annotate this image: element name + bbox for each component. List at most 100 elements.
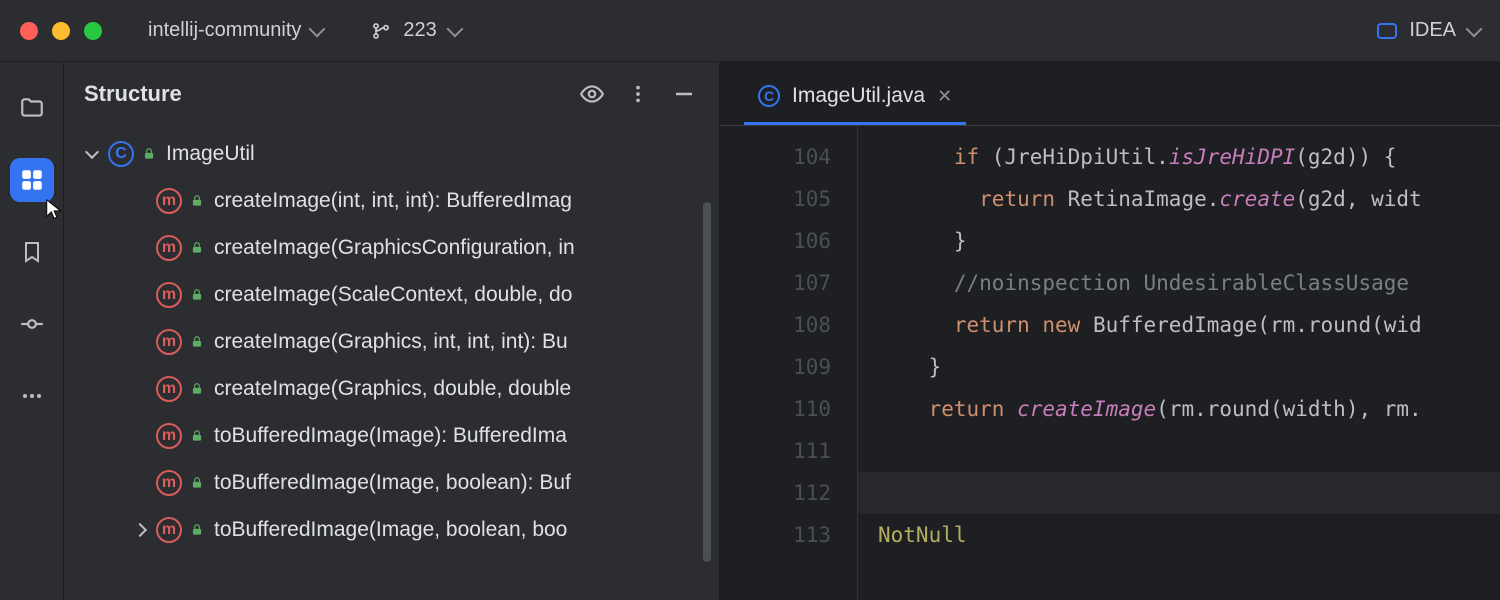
window-close-button[interactable]	[20, 22, 38, 40]
structure-method-node[interactable]: m createImage(ScaleContext, double, do	[64, 271, 719, 318]
structure-method-node[interactable]: m createImage(GraphicsConfiguration, in	[64, 224, 719, 271]
method-icon: m	[156, 470, 182, 496]
window-minimize-button[interactable]	[52, 22, 70, 40]
line-number: 111	[720, 430, 831, 472]
method-icon: m	[156, 423, 182, 449]
panel-title: Structure	[84, 81, 561, 107]
editor-tab[interactable]: C ImageUtil.java ✕	[744, 74, 966, 125]
titlebar: intellij-community 223 IDEA	[0, 0, 1500, 62]
vcs-branch-dropdown[interactable]: 223	[361, 15, 470, 46]
minimize-panel-button[interactable]	[669, 79, 699, 109]
ide-label: IDEA	[1409, 19, 1456, 42]
chevron-down-icon	[446, 20, 463, 37]
lock-icon	[190, 476, 206, 490]
line-number: 105	[720, 178, 831, 220]
node-label: createImage(ScaleContext, double, do	[214, 283, 572, 307]
line-number: 104	[720, 136, 831, 178]
structure-method-node[interactable]: m toBufferedImage(Image): BufferedIma	[64, 412, 719, 459]
chevron-right-icon	[133, 522, 147, 536]
lock-icon	[190, 194, 206, 208]
structure-tree: C ImageUtil m createImage(int, int, int):…	[64, 126, 719, 557]
code-line	[878, 430, 1500, 472]
structure-root-node[interactable]: C ImageUtil	[64, 130, 719, 177]
more-tools-button[interactable]	[10, 374, 54, 418]
structure-panel: Structure C ImageUtil m createImage(int, …	[64, 62, 720, 600]
method-icon: m	[156, 188, 182, 214]
chevron-down-icon	[1466, 20, 1483, 37]
line-number: 112	[720, 472, 831, 514]
ide-logo-icon	[1377, 23, 1397, 39]
line-number: 109	[720, 346, 831, 388]
structure-panel-header: Structure	[64, 62, 719, 126]
project-dropdown[interactable]: intellij-community	[138, 15, 333, 46]
code-line: return RetinaImage.create(g2d, widt	[878, 178, 1500, 220]
code-line: NotNull	[878, 514, 1500, 556]
node-label: createImage(Graphics, int, int, int): Bu	[214, 330, 568, 354]
lock-icon	[190, 523, 206, 537]
structure-tool-button[interactable]	[10, 158, 54, 202]
lock-icon	[190, 288, 206, 302]
close-tab-button[interactable]: ✕	[937, 86, 952, 107]
expand-toggle[interactable]	[132, 522, 148, 538]
structure-method-node[interactable]: m createImage(int, int, int): BufferedIma…	[64, 177, 719, 224]
node-label: createImage(Graphics, double, double	[214, 377, 571, 401]
commit-tool-button[interactable]	[10, 302, 54, 346]
project-name: intellij-community	[148, 19, 301, 42]
structure-method-node[interactable]: m toBufferedImage(Image, boolean, boo	[64, 506, 719, 553]
editor-tabs: C ImageUtil.java ✕	[720, 62, 1500, 126]
editor-panel: C ImageUtil.java ✕ 104105106107108109110…	[720, 62, 1500, 600]
node-label: ImageUtil	[166, 142, 255, 166]
lock-icon	[190, 241, 206, 255]
code-line: return createImage(rm.round(width), rm.	[878, 388, 1500, 430]
lock-icon	[190, 429, 206, 443]
node-label: toBufferedImage(Image, boolean): Buf	[214, 471, 571, 495]
class-icon: C	[108, 141, 134, 167]
line-number: 106	[720, 220, 831, 262]
scrollbar-thumb[interactable]	[703, 202, 711, 562]
line-number: 113	[720, 514, 831, 556]
node-label: toBufferedImage(Image): BufferedIma	[214, 424, 567, 448]
line-number: 107	[720, 262, 831, 304]
window-maximize-button[interactable]	[84, 22, 102, 40]
line-number: 110	[720, 388, 831, 430]
method-icon: m	[156, 329, 182, 355]
method-icon: m	[156, 517, 182, 543]
lock-icon	[190, 382, 206, 396]
method-icon: m	[156, 235, 182, 261]
code-line: }	[878, 346, 1500, 388]
structure-method-node[interactable]: m createImage(Graphics, double, double	[64, 365, 719, 412]
java-class-icon: C	[758, 85, 780, 107]
code-content[interactable]: if (JreHiDpiUtil.isJreHiDPI(g2d)) { retu…	[858, 126, 1500, 600]
method-icon: m	[156, 376, 182, 402]
structure-method-node[interactable]: m createImage(Graphics, int, int, int): B…	[64, 318, 719, 365]
code-line: //noinspection UndesirableClassUsage	[878, 262, 1500, 304]
line-gutter: 104105106107108109110111112113	[720, 126, 858, 600]
method-icon: m	[156, 282, 182, 308]
structure-method-node[interactable]: m toBufferedImage(Image, boolean): Buf	[64, 459, 719, 506]
window-controls	[20, 22, 102, 40]
left-toolstrip	[0, 62, 64, 600]
lock-icon	[190, 335, 206, 349]
node-label: createImage(int, int, int): BufferedImag	[214, 189, 572, 213]
git-branch-icon	[371, 21, 391, 41]
expand-toggle[interactable]	[84, 146, 100, 162]
node-label: createImage(GraphicsConfiguration, in	[214, 236, 575, 260]
project-tool-button[interactable]	[10, 86, 54, 130]
tab-filename: ImageUtil.java	[792, 84, 925, 108]
node-label: toBufferedImage(Image, boolean, boo	[214, 518, 567, 542]
code-line: }	[878, 220, 1500, 262]
main-area: Structure C ImageUtil m createImage(int, …	[0, 62, 1500, 600]
line-number: 108	[720, 304, 831, 346]
chevron-down-icon	[309, 20, 326, 37]
bookmarks-tool-button[interactable]	[10, 230, 54, 274]
code-line: if (JreHiDpiUtil.isJreHiDPI(g2d)) {	[878, 136, 1500, 178]
lock-icon	[142, 147, 158, 161]
code-line: return new BufferedImage(rm.round(wid	[878, 304, 1500, 346]
code-line	[858, 472, 1500, 514]
panel-menu-button[interactable]	[623, 79, 653, 109]
view-options-button[interactable]	[577, 79, 607, 109]
branch-count: 223	[403, 19, 436, 42]
ide-dropdown[interactable]: IDEA	[1377, 19, 1480, 42]
code-area: 104105106107108109110111112113 if (JreHi…	[720, 126, 1500, 600]
chevron-down-icon	[85, 144, 99, 158]
